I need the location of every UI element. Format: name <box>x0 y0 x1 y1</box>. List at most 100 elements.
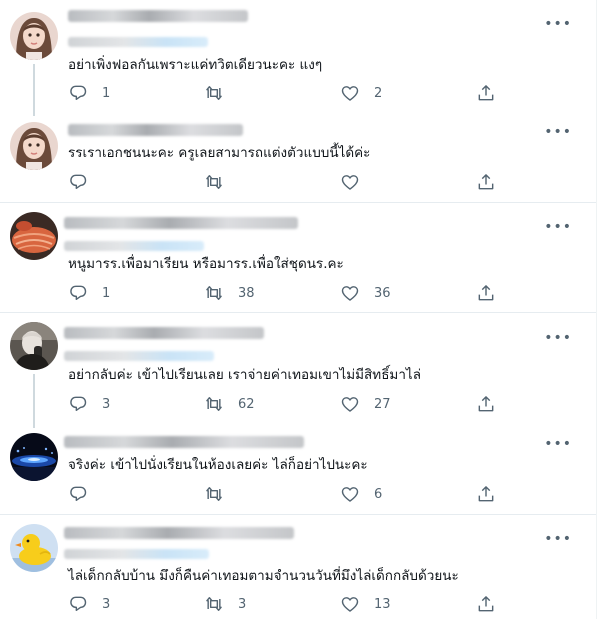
tweet-feed: ••• อย่าเพิ่งฟอลกันเพราะแค่ทวิตเดียวนะคะ… <box>0 0 597 619</box>
like-button[interactable] <box>340 171 374 193</box>
tweet-actions: 6 <box>68 483 498 505</box>
avatar-salmon-image <box>10 212 58 260</box>
display-name-redacted[interactable] <box>64 327 264 339</box>
share-button[interactable] <box>476 282 496 304</box>
retweet-button[interactable]: 3 <box>204 593 246 615</box>
retweet-button[interactable] <box>204 171 238 193</box>
tweet-actions: 1 2 <box>68 82 498 104</box>
tweet-text: ไล่เด็กกลับบ้าน มึงก็คืนค่าเทอมตามจำนวนว… <box>68 568 459 584</box>
share-icon <box>478 174 494 190</box>
like-count: 2 <box>374 85 383 101</box>
tweet[interactable]: ••• รรเราเอกชนนะคะ ครูเลยสามารถแต่งตัวแบ… <box>0 112 596 202</box>
reply-button[interactable] <box>68 171 102 193</box>
avatar-woman-image <box>10 12 58 60</box>
reply-icon <box>70 396 87 412</box>
tweet[interactable]: ••• หนูมารร.เพื่อมาเรียน หรือมารร.เพื่อใ… <box>0 203 596 312</box>
heart-icon <box>341 597 359 612</box>
avatar-person-image <box>10 322 58 370</box>
retweet-icon <box>206 175 222 189</box>
thread-line <box>33 374 35 428</box>
username-redacted <box>64 549 209 559</box>
tweet-actions: 1 38 36 <box>68 282 498 304</box>
retweet-icon <box>206 397 222 411</box>
avatar[interactable] <box>10 524 58 572</box>
retweet-button[interactable]: 38 <box>204 282 255 304</box>
share-button[interactable] <box>476 171 496 193</box>
share-button[interactable] <box>476 82 496 104</box>
username-redacted <box>64 241 204 251</box>
retweet-button[interactable] <box>204 82 238 104</box>
reply-button[interactable]: 1 <box>68 282 110 304</box>
share-icon <box>478 596 494 612</box>
tweet-text: จริงค่ะ เข้าไปนั่งเรียนในห้องเลยค่ะ ไล่ก… <box>68 457 368 473</box>
tweet-text: อย่าเพิ่งฟอลกันเพราะแค่ทวิตเดียวนะคะ แงๆ <box>68 57 323 73</box>
tweet[interactable]: ••• จริงค่ะ เข้าไปนั่งเรียนในห้องเลยค่ะ … <box>0 424 596 514</box>
tweet[interactable]: ••• อย่ากลับค่ะ เข้าไปเรียนเลย เราจ่ายค่… <box>0 313 596 428</box>
display-name-redacted[interactable] <box>64 436 304 448</box>
display-name-redacted[interactable] <box>64 527 294 539</box>
reply-icon <box>70 174 87 190</box>
tweet-text: รรเราเอกชนนะคะ ครูเลยสามารถแต่งตัวแบบนี้… <box>68 145 371 161</box>
more-options-button[interactable]: ••• <box>544 220 572 234</box>
reply-button[interactable]: 3 <box>68 593 110 615</box>
heart-icon <box>341 175 359 190</box>
reply-count: 1 <box>102 285 111 301</box>
retweet-count: 62 <box>238 396 255 412</box>
display-name-redacted[interactable] <box>64 217 298 229</box>
heart-icon <box>341 286 359 301</box>
like-button[interactable]: 6 <box>340 483 382 505</box>
reply-button[interactable]: 1 <box>68 82 110 104</box>
avatar[interactable] <box>10 212 58 260</box>
more-options-button[interactable]: ••• <box>544 331 572 345</box>
retweet-button[interactable] <box>204 483 238 505</box>
retweet-icon <box>206 86 222 100</box>
share-icon <box>478 396 494 412</box>
like-button[interactable]: 27 <box>340 393 391 415</box>
display-name-redacted[interactable] <box>68 124 243 136</box>
share-button[interactable] <box>476 593 496 615</box>
share-icon <box>478 85 494 101</box>
tweet-text: หนูมารร.เพื่อมาเรียน หรือมารร.เพื่อใส่ชุ… <box>68 256 344 272</box>
like-button[interactable]: 13 <box>340 593 391 615</box>
share-icon <box>478 486 494 502</box>
more-options-button[interactable]: ••• <box>544 532 572 546</box>
retweet-button[interactable]: 62 <box>204 393 255 415</box>
retweet-count: 38 <box>238 285 255 301</box>
like-button[interactable]: 2 <box>340 82 382 104</box>
reply-icon <box>70 85 87 101</box>
tweet-text: อย่ากลับค่ะ เข้าไปเรียนเลย เราจ่ายค่าเทอ… <box>68 367 421 383</box>
reply-button[interactable]: 3 <box>68 393 110 415</box>
reply-icon <box>70 285 87 301</box>
display-name-redacted[interactable] <box>68 10 248 22</box>
heart-icon <box>341 487 359 502</box>
tweet[interactable]: ••• อย่าเพิ่งฟอลกันเพราะแค่ทวิตเดียวนะคะ… <box>0 0 596 116</box>
username-redacted <box>68 37 208 47</box>
avatar[interactable] <box>10 12 58 60</box>
avatar[interactable] <box>10 433 58 481</box>
avatar-rubber-duck-image <box>10 524 58 572</box>
reply-icon <box>70 486 87 502</box>
like-button[interactable]: 36 <box>340 282 391 304</box>
reply-button[interactable] <box>68 483 102 505</box>
share-button[interactable] <box>476 483 496 505</box>
heart-icon <box>341 86 359 101</box>
share-icon <box>478 285 494 301</box>
tweet-actions: 3 3 13 <box>68 593 498 615</box>
thread-line <box>33 64 35 116</box>
tweet[interactable]: ••• ไล่เด็กกลับบ้าน มึงก็คืนค่าเทอมตามจำ… <box>0 515 596 619</box>
like-count: 27 <box>374 396 391 412</box>
share-button[interactable] <box>476 393 496 415</box>
heart-icon <box>341 397 359 412</box>
reply-count: 3 <box>102 596 111 612</box>
avatar[interactable] <box>10 322 58 370</box>
avatar[interactable] <box>10 122 58 170</box>
retweet-icon <box>206 597 222 611</box>
more-options-button[interactable]: ••• <box>544 17 572 31</box>
more-options-button[interactable]: ••• <box>544 125 572 139</box>
like-count: 6 <box>374 486 383 502</box>
retweet-count: 3 <box>238 596 247 612</box>
more-options-button[interactable]: ••• <box>544 437 572 451</box>
tweet-actions: 3 62 27 <box>68 393 498 415</box>
avatar-woman-image <box>10 122 58 170</box>
username-redacted <box>64 351 214 361</box>
